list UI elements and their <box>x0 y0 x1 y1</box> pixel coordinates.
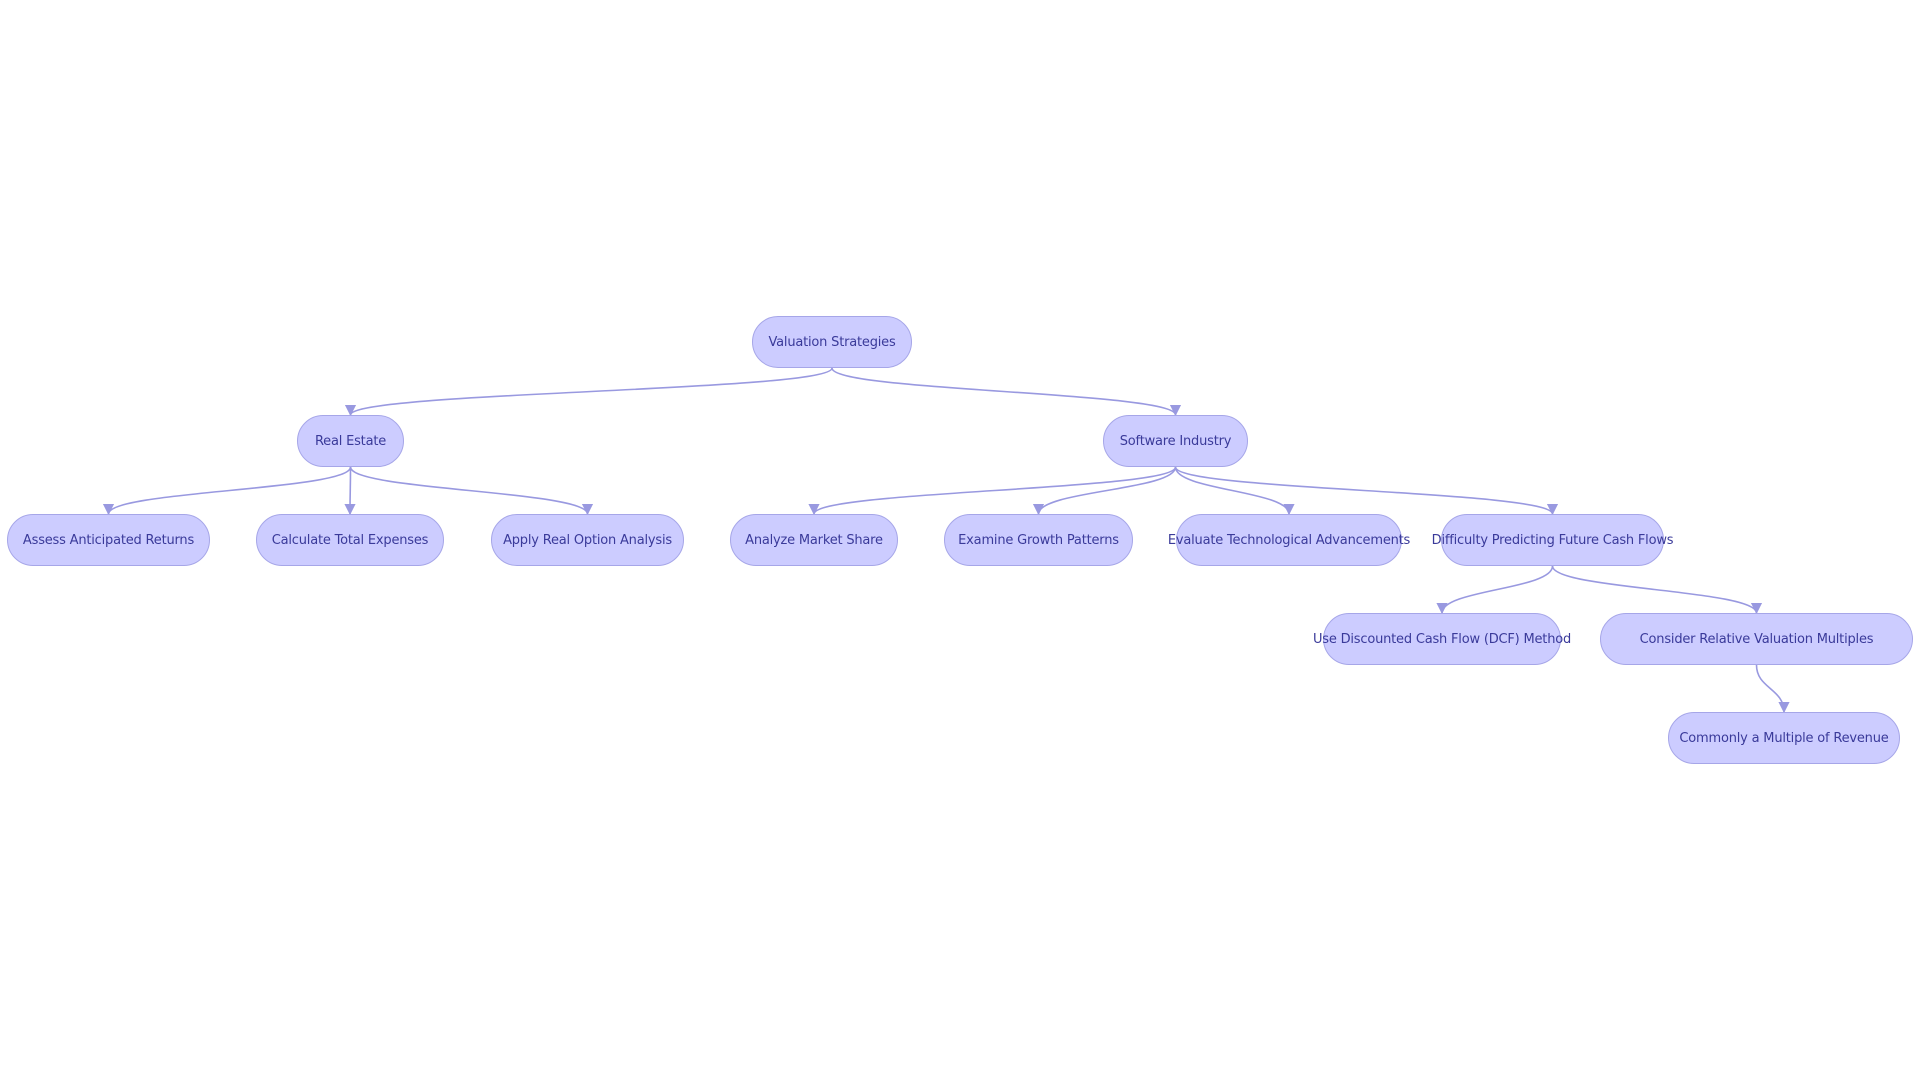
edge-software-to-analyze <box>808 466 1177 516</box>
node-evaluate-tech[interactable]: Evaluate Technological Advancements <box>1168 514 1410 566</box>
node-apply-real-option[interactable]: Apply Real Option Analysis <box>491 514 684 566</box>
node-assess-returns[interactable]: Assess Anticipated Returns <box>7 514 210 566</box>
node-software-industry[interactable]: Software Industry <box>1103 415 1248 467</box>
node-root[interactable]: Valuation Strategies <box>752 316 912 368</box>
edge-real_estate-to-calculate <box>344 466 356 516</box>
edge-software-to-evaluate <box>1174 466 1295 516</box>
node-relative-multiples[interactable]: Consider Relative Valuation Multiples <box>1600 613 1913 665</box>
node-real-estate[interactable]: Real Estate <box>297 415 404 467</box>
node-calculate-expenses[interactable]: Calculate Total Expenses <box>256 514 444 566</box>
edge-root-to-real_estate <box>345 367 833 417</box>
edge-difficulty-to-consider <box>1551 565 1763 615</box>
edge-difficulty-to-dcf <box>1436 565 1554 615</box>
edge-software-to-examine <box>1032 466 1177 516</box>
node-analyze-market-share[interactable]: Analyze Market Share <box>730 514 898 566</box>
node-examine-growth[interactable]: Examine Growth Patterns <box>944 514 1133 566</box>
edge-root-to-software <box>831 367 1181 417</box>
node-dcf-method[interactable]: Use Discounted Cash Flow (DCF) Method <box>1313 613 1571 665</box>
node-multiple-of-revenue[interactable]: Commonly a Multiple of Revenue <box>1668 712 1900 764</box>
edge-consider-to-commonly <box>1755 664 1790 714</box>
edge-real_estate-to-apply <box>349 466 593 516</box>
edge-real_estate-to-assess <box>103 466 352 516</box>
node-difficulty-cash-flows[interactable]: Difficulty Predicting Future Cash Flows <box>1432 514 1674 566</box>
